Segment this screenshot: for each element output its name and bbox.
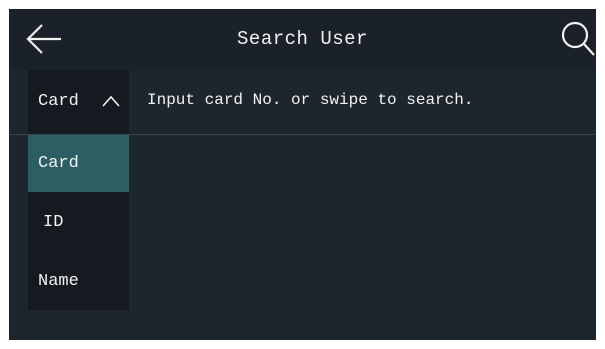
header-bar: Search User: [9, 9, 596, 70]
search-type-select[interactable]: Card: [28, 70, 129, 135]
dropdown-item-id[interactable]: ID: [28, 194, 129, 251]
search-row: Card Input card No. or swipe to search.: [9, 70, 596, 135]
search-type-dropdown: Card ID Name: [28, 135, 129, 310]
dropdown-item-name[interactable]: Name: [28, 253, 129, 310]
dropdown-item-label: Name: [38, 272, 79, 291]
dropdown-item-card[interactable]: Card: [28, 135, 129, 192]
search-user-screen: Search User Card Input card No. or swipe…: [9, 9, 596, 340]
search-type-label: Card: [38, 92, 79, 111]
dropdown-item-label: ID: [43, 213, 64, 232]
dropdown-item-label: Card: [38, 154, 79, 173]
page-title: Search User: [237, 28, 368, 50]
search-icon: [561, 21, 595, 56]
search-hint: Input card No. or swipe to search.: [147, 91, 474, 109]
chevron-up-icon: [102, 95, 120, 107]
search-button[interactable]: [560, 20, 596, 58]
